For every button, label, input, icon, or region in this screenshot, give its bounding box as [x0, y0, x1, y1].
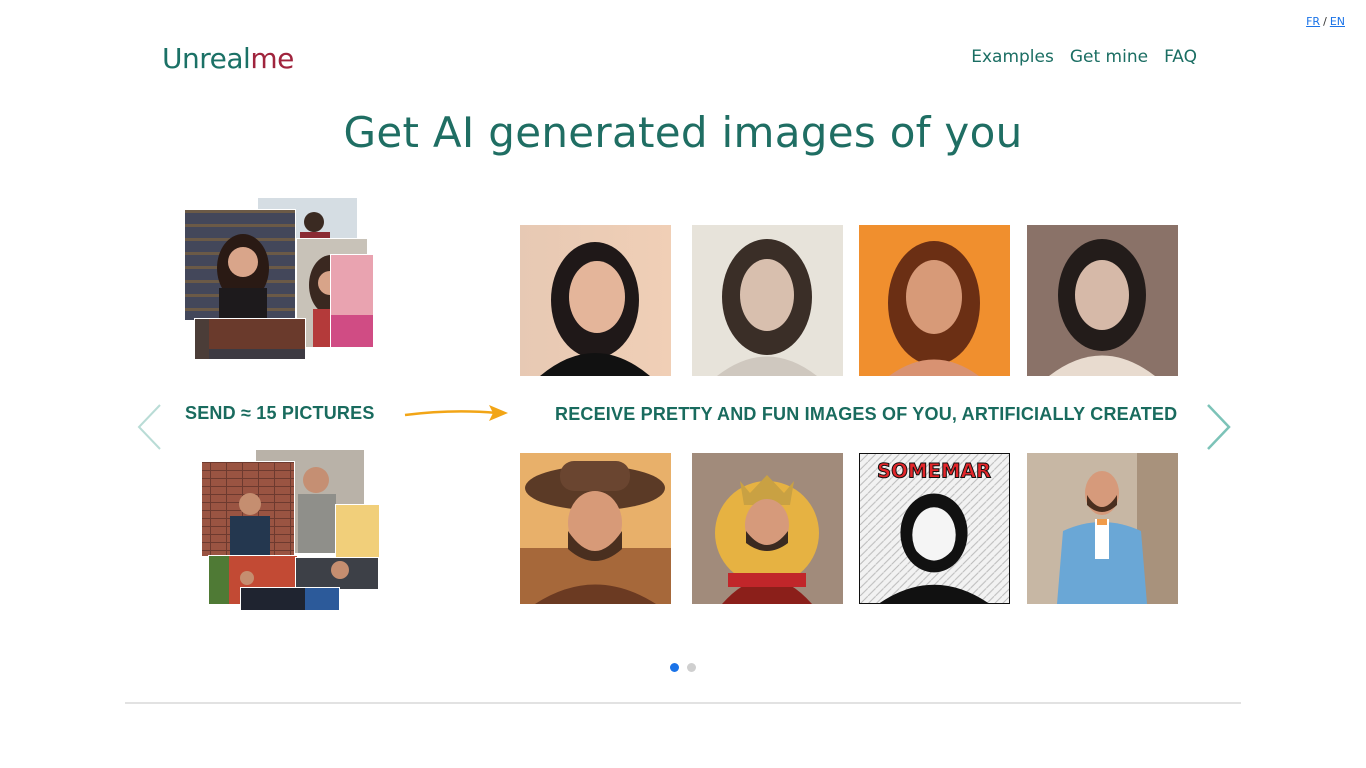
result-image [692, 225, 843, 376]
input-photo [330, 254, 374, 348]
page: FR / EN Unrealme Examples Get mine FAQ Get… [0, 0, 1366, 768]
chevron-right-icon [1207, 404, 1231, 450]
result-image [520, 225, 671, 376]
nav-faq[interactable]: FAQ [1164, 47, 1197, 67]
carousel-pagination [670, 663, 696, 672]
send-pictures-label: SEND ≈ 15 PICTURES [185, 403, 375, 423]
input-photo [295, 557, 379, 590]
logo-part-unreal: Unreal [162, 42, 251, 75]
lang-en-link[interactable]: EN [1330, 15, 1345, 28]
result-image [1027, 225, 1178, 376]
nav-get-mine[interactable]: Get mine [1070, 47, 1148, 67]
result-image [692, 453, 843, 604]
result-image [520, 453, 671, 604]
main-nav: Examples Get mine FAQ [971, 47, 1197, 67]
result-image: SOMEMAR [859, 453, 1010, 604]
receive-images-label: RECEIVE PRETTY AND FUN IMAGES OF YOU, AR… [555, 404, 1178, 424]
language-switcher: FR / EN [1306, 15, 1345, 28]
carousel-next-button[interactable] [1204, 402, 1232, 452]
lang-separator: / [1323, 15, 1327, 28]
lang-fr-link[interactable]: FR [1306, 15, 1320, 28]
page-title: Get AI generated images of you [343, 108, 1023, 157]
section-divider [125, 702, 1241, 704]
carousel-dot-1[interactable] [670, 663, 679, 672]
result-image [859, 225, 1010, 376]
nav-examples[interactable]: Examples [971, 47, 1054, 67]
arrow-right-icon [404, 405, 508, 421]
logo-part-me: me [250, 42, 294, 75]
carousel-dot-2[interactable] [687, 663, 696, 672]
carousel-prev-button[interactable] [136, 402, 164, 452]
input-photo [201, 461, 295, 557]
comic-title-text: SOMEMAR [877, 460, 991, 483]
logo[interactable]: Unrealme [162, 42, 294, 75]
input-photo [184, 209, 296, 321]
input-photo [194, 318, 306, 360]
result-image [1027, 453, 1178, 604]
input-photo [240, 587, 340, 611]
chevron-left-icon [137, 404, 161, 450]
